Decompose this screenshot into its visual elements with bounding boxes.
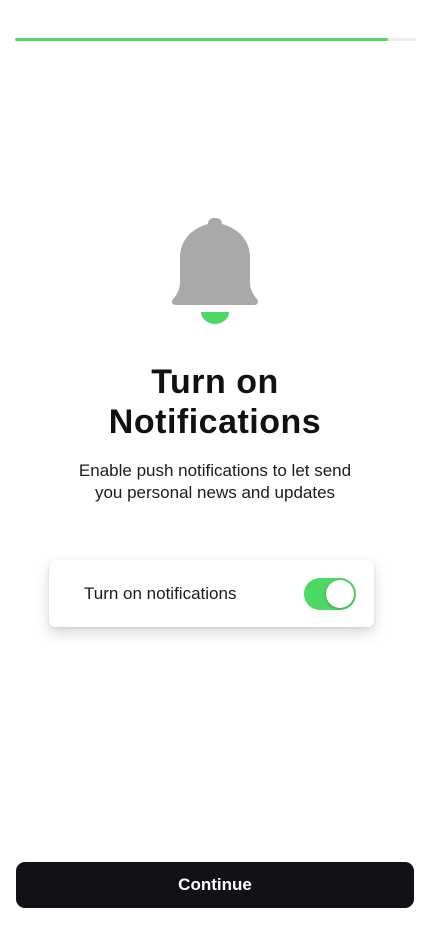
continue-button[interactable]: Continue (16, 862, 414, 908)
page-subtitle: Enable push notifications to let send yo… (55, 460, 375, 504)
progress-bar (15, 38, 416, 41)
notifications-toggle-card: Turn on notifications (49, 560, 374, 627)
subtitle-line-2: you personal news and updates (94, 483, 336, 502)
notifications-toggle-label: Turn on notifications (84, 583, 237, 603)
toggle-knob (326, 579, 354, 608)
title-line-1: Turn on (151, 363, 279, 401)
progress-bar-fill (15, 38, 388, 41)
subtitle-line-1: Enable push notifications to let send (78, 461, 352, 480)
notifications-toggle-switch[interactable] (304, 577, 356, 610)
page-title: Turn on Notifications (0, 362, 430, 442)
title-line-2: Notifications (108, 403, 322, 441)
onboarding-notifications-screen: Turn on Notifications Enable push notifi… (0, 0, 430, 932)
bell-icon (170, 216, 260, 326)
